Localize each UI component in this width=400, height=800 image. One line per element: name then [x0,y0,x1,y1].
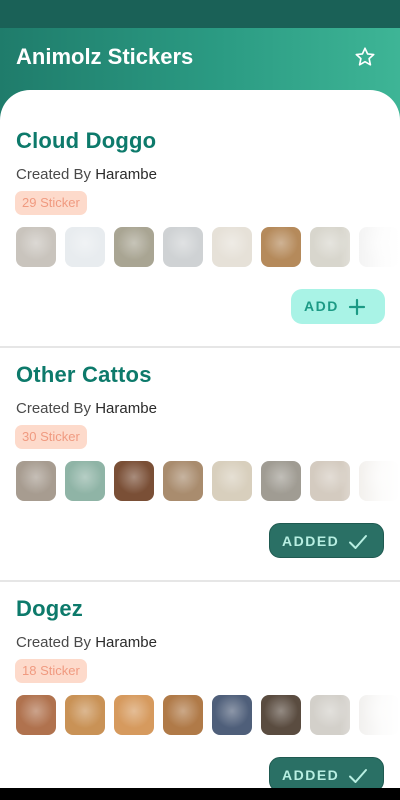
added-pack-button[interactable]: ADDED [269,757,384,790]
sticker-pack-card[interactable]: Dogez Created By Harambe 18 Sticker ADDE… [0,558,400,790]
added-button-label: ADDED [282,767,340,783]
sticker-thumbnail [163,227,203,267]
add-pack-button[interactable]: ADD [291,289,385,324]
sticker-thumbnails [16,461,400,501]
sticker-thumbnail [114,461,154,501]
app-title: Animolz Stickers [16,44,194,69]
sticker-thumbnail [212,227,252,267]
sticker-thumbnail [212,695,252,735]
check-icon [348,533,367,551]
sticker-pack-list[interactable]: Cloud Doggo Created By Harambe 29 Sticke… [0,90,400,790]
pack-creator: Created By Harambe [16,166,157,183]
sticker-pack-card[interactable]: Other Cattos Created By Harambe 30 Stick… [0,324,400,558]
add-button-label: ADD [304,298,339,314]
sticker-thumbnail [261,461,301,501]
sticker-thumbnail [114,695,154,735]
created-by-label: Created By [16,166,92,183]
pack-creator: Created By Harambe [16,400,157,417]
created-by-label: Created By [16,634,92,651]
sticker-thumbnail [16,695,56,735]
check-icon [348,767,367,785]
sticker-thumbnail [16,461,56,501]
sticker-thumbnails [16,227,400,267]
pack-title: Dogez [16,596,83,621]
added-button-label: ADDED [282,533,340,549]
thumbnail-fade [340,227,400,267]
thumbnail-fade [340,461,400,501]
star-icon[interactable] [354,46,376,68]
added-pack-button[interactable]: ADDED [269,523,384,558]
created-by-label: Created By [16,400,92,417]
sticker-thumbnail [65,695,105,735]
sticker-thumbnail [261,227,301,267]
sticker-thumbnail [65,227,105,267]
pack-creator: Created By Harambe [16,634,157,651]
sticker-count-badge: 29 Sticker [15,191,87,215]
sticker-thumbnail [65,461,105,501]
author-name: Harambe [95,634,157,651]
author-name: Harambe [95,400,157,417]
pack-title: Other Cattos [16,362,152,387]
author-name: Harambe [95,166,157,183]
sticker-thumbnail [16,227,56,267]
sticker-count-badge: 30 Sticker [15,425,87,449]
sticker-count-badge: 18 Sticker [15,659,87,683]
sticker-pack-card[interactable]: Cloud Doggo Created By Harambe 29 Sticke… [0,90,400,324]
status-bar [0,0,400,28]
sticker-thumbnail [261,695,301,735]
system-navigation-bar [0,788,400,800]
sticker-thumbnails [16,695,400,735]
pack-title: Cloud Doggo [16,128,157,153]
thumbnail-fade [340,695,400,735]
sticker-thumbnail [212,461,252,501]
plus-icon [348,298,366,316]
sticker-thumbnail [163,695,203,735]
sticker-thumbnail [163,461,203,501]
sticker-thumbnail [114,227,154,267]
